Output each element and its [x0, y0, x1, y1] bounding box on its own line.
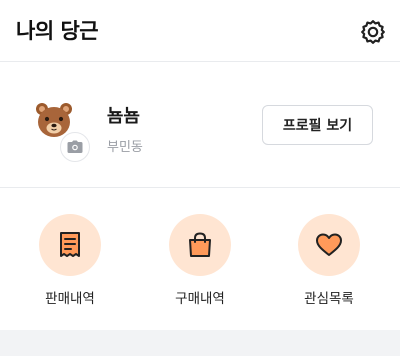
profile-section: 뇸뇸 부민동 프로필 보기 — [0, 62, 400, 188]
shopping-bag-icon — [189, 232, 211, 257]
section-divider — [0, 330, 400, 356]
heart-icon — [316, 233, 342, 256]
activity-menu: 판매내역 구매내역 관심목록 — [0, 188, 400, 330]
user-nickname: 뇸뇸 — [107, 106, 141, 127]
receipt-icon — [60, 232, 80, 257]
page-title: 나의 당근 — [16, 19, 99, 43]
view-profile-button[interactable]: 프로필 보기 — [262, 105, 373, 145]
menu-label: 판매내역 — [45, 291, 95, 307]
menu-item-sales-history[interactable]: 판매내역 — [15, 214, 125, 314]
menu-item-purchase-history[interactable]: 구매내역 — [145, 214, 255, 314]
menu-label: 구매내역 — [175, 291, 225, 307]
menu-icon-circle — [169, 214, 231, 276]
menu-item-watchlist[interactable]: 관심목록 — [274, 214, 384, 314]
menu-icon-circle — [298, 214, 360, 276]
menu-icon-circle — [39, 214, 101, 276]
camera-icon[interactable] — [60, 132, 90, 162]
app-header: 나의 당근 — [0, 0, 400, 62]
user-location: 부민동 — [107, 140, 143, 155]
menu-label: 관심목록 — [304, 291, 354, 307]
gear-icon[interactable] — [359, 18, 387, 46]
